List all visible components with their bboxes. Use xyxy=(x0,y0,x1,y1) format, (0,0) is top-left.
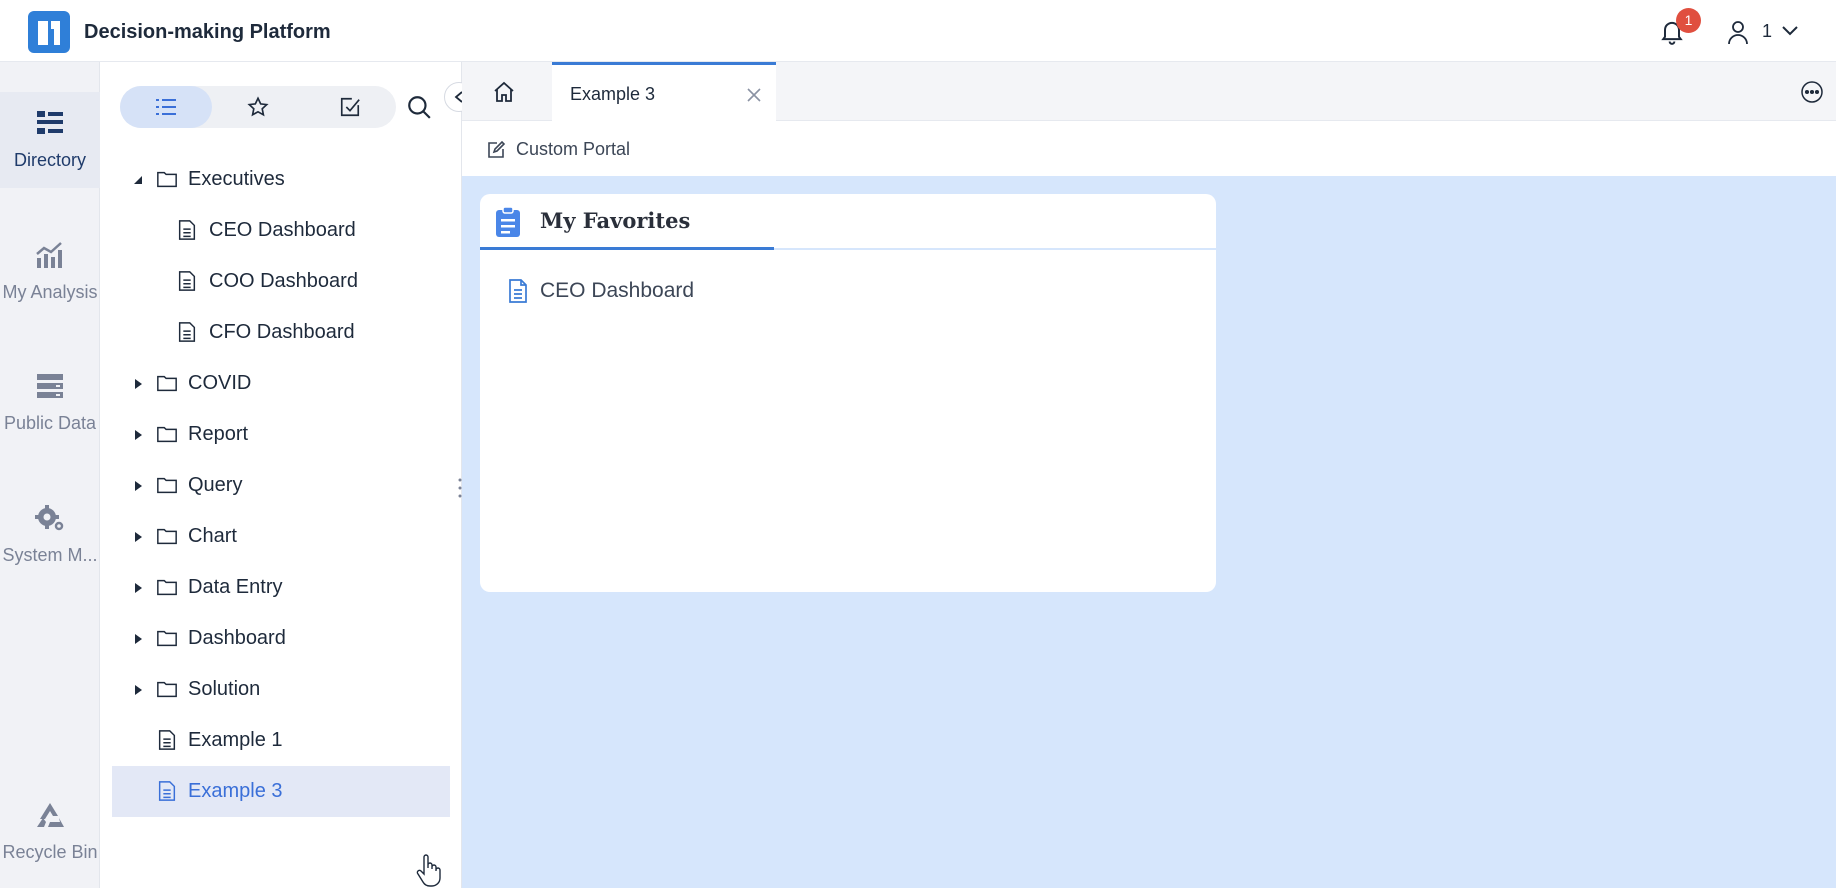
star-icon xyxy=(247,96,269,117)
tab-label: Example 3 xyxy=(570,84,656,104)
user-name[interactable]: 1 xyxy=(1762,21,1772,42)
tree-label: Solution xyxy=(188,678,261,700)
rail-label-public-data: Public Data xyxy=(3,413,97,433)
document-icon xyxy=(158,730,176,750)
tree-folder-solution[interactable]: Solution xyxy=(112,664,450,715)
rail-label-recycle-bin: Recycle Bin xyxy=(2,842,98,862)
folder-icon xyxy=(157,375,177,392)
tree-folder-data-entry[interactable]: Data Entry xyxy=(112,562,450,613)
rail-item-public-data[interactable]: Public Data xyxy=(0,355,100,451)
caret-right-icon[interactable] xyxy=(132,582,144,594)
main-content: Example 3 Custom Portal My Favorites CEO… xyxy=(462,62,1836,888)
tree-label: Executives xyxy=(188,168,285,190)
tree-folder-dashboard[interactable]: Dashboard xyxy=(112,613,450,664)
checked-box-icon xyxy=(340,97,360,117)
tree-label: Example 1 xyxy=(188,729,283,751)
directory-icon xyxy=(37,111,63,134)
favorites-widget: My Favorites CEO Dashboard xyxy=(480,194,1216,592)
platform-logo-icon xyxy=(28,11,70,53)
caret-expanded-icon[interactable] xyxy=(132,174,144,186)
home-icon[interactable] xyxy=(492,80,516,104)
rail-label-system-management: System M... xyxy=(2,545,98,565)
tab-favorites[interactable] xyxy=(212,86,304,128)
analysis-icon xyxy=(36,242,62,268)
hand-cursor-icon xyxy=(416,854,441,887)
app-title: Decision-making Platform xyxy=(84,21,331,43)
tab-tasks[interactable] xyxy=(304,86,396,128)
folder-icon xyxy=(157,528,177,545)
widget-title-underline xyxy=(480,247,774,250)
portal-toolbar: Custom Portal xyxy=(462,121,1836,176)
caret-right-icon[interactable] xyxy=(132,633,144,645)
tree-file-coo-dashboard[interactable]: COO Dashboard xyxy=(112,256,450,307)
caret-right-icon[interactable] xyxy=(132,480,144,492)
notification-badge: 1 xyxy=(1676,8,1701,33)
tree-folder-executives[interactable]: Executives xyxy=(112,154,450,205)
tree-label: COO Dashboard xyxy=(209,270,358,292)
user-icon[interactable] xyxy=(1726,19,1750,45)
tree-file-ceo-dashboard[interactable]: CEO Dashboard xyxy=(112,205,450,256)
tree-label: Report xyxy=(188,423,249,445)
widget-header: My Favorites xyxy=(480,194,1216,250)
tree-folder-report[interactable]: Report xyxy=(112,409,450,460)
close-icon[interactable] xyxy=(746,87,762,103)
top-bar: Decision-making Platform 1 1 xyxy=(0,0,1836,62)
document-icon xyxy=(178,271,196,291)
document-icon xyxy=(509,279,527,303)
tab-example-3[interactable]: Example 3 xyxy=(552,62,776,121)
folder-icon xyxy=(157,681,177,698)
tree-label: Example 3 xyxy=(188,780,283,802)
tree-label: Data Entry xyxy=(188,576,283,598)
more-options-icon[interactable] xyxy=(1800,80,1824,104)
chevron-down-icon[interactable] xyxy=(1780,24,1800,38)
folder-icon xyxy=(157,477,177,494)
clipboard-icon xyxy=(496,206,520,237)
tree-label: Dashboard xyxy=(188,627,286,649)
folder-icon xyxy=(157,171,177,188)
widget-title: My Favorites xyxy=(540,208,691,233)
search-icon[interactable] xyxy=(406,94,432,120)
custom-portal-button[interactable]: Custom Portal xyxy=(486,139,630,160)
tree-file-cfo-dashboard[interactable]: CFO Dashboard xyxy=(112,307,450,358)
edit-icon xyxy=(488,140,506,158)
folder-icon xyxy=(157,630,177,647)
rail-item-recycle-bin[interactable]: Recycle Bin xyxy=(0,784,100,880)
caret-right-icon[interactable] xyxy=(132,378,144,390)
document-icon xyxy=(178,322,196,342)
recycle-icon xyxy=(37,803,64,827)
tree-file-example-1[interactable]: Example 1 xyxy=(112,715,450,766)
tree-label: Query xyxy=(188,474,243,496)
custom-portal-label: Custom Portal xyxy=(516,139,631,159)
caret-right-icon[interactable] xyxy=(132,429,144,441)
tree-folder-covid[interactable]: COVID xyxy=(112,358,450,409)
tree-folder-query[interactable]: Query xyxy=(112,460,450,511)
caret-right-icon[interactable] xyxy=(132,531,144,543)
favorite-item[interactable]: CEO Dashboard xyxy=(506,278,694,304)
folder-icon xyxy=(157,426,177,443)
rail-item-system-management[interactable]: System M... xyxy=(0,487,100,583)
tree-label: CEO Dashboard xyxy=(209,219,356,241)
document-icon xyxy=(158,781,176,801)
folder-icon xyxy=(157,579,177,596)
tree-folder-chart[interactable]: Chart xyxy=(112,511,450,562)
tree-label: CFO Dashboard xyxy=(209,321,355,343)
rail-label-directory: Directory xyxy=(13,150,86,170)
tab-bar: Example 3 xyxy=(462,62,1836,121)
rail-label-my-analysis: My Analysis xyxy=(2,282,98,302)
directory-panel: Executives CEO Dashboard COO Dashboard C… xyxy=(100,62,462,888)
tree-label: Chart xyxy=(188,525,237,547)
nav-rail: Directory My Analysis Public Data System… xyxy=(0,62,100,888)
list-icon xyxy=(156,99,176,115)
database-icon xyxy=(37,374,63,398)
favorite-item-label: CEO Dashboard xyxy=(540,279,695,302)
caret-right-icon[interactable] xyxy=(132,684,144,696)
tree-label: COVID xyxy=(188,372,252,394)
document-icon xyxy=(178,220,196,240)
rail-item-directory[interactable]: Directory xyxy=(0,92,100,188)
panel-tab-group xyxy=(120,86,396,128)
tab-directory-list[interactable] xyxy=(120,86,212,128)
rail-item-my-analysis[interactable]: My Analysis xyxy=(0,224,100,320)
tree-file-example-3[interactable]: Example 3 xyxy=(112,766,450,817)
gear-icon xyxy=(35,505,65,532)
